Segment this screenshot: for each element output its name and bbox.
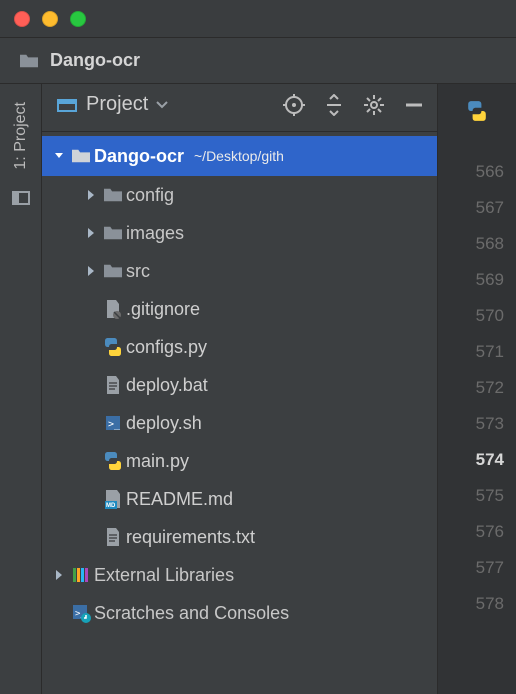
folder-icon [18,50,40,72]
breadcrumb-label: Dango-ocr [50,50,140,71]
tree-folder-label: config [126,185,174,206]
line-number[interactable]: 569 [438,262,516,298]
project-tree[interactable]: Dango-ocr ~/Desktop/gith config images [42,132,437,694]
tree-extra-label: Scratches and Consoles [94,603,289,624]
editor-gutter: 566 567 568 569 570 571 572 573 574 575 … [437,84,516,694]
line-number[interactable]: 568 [438,226,516,262]
window-titlebar [0,0,516,38]
tree-folder[interactable]: images [42,214,437,252]
tree-file[interactable]: main.py [42,442,437,480]
tree-folder[interactable]: src [42,252,437,290]
tool-window-bar-left: 1: Project [0,84,42,694]
tree-file[interactable]: >_ deploy.sh [42,404,437,442]
folder-icon [100,186,126,204]
scratches-icon: >_ [68,603,94,623]
chevron-down-icon[interactable] [50,150,68,162]
line-number[interactable]: 578 [438,586,516,622]
tree-root[interactable]: Dango-ocr ~/Desktop/gith [42,136,437,176]
breadcrumb[interactable]: Dango-ocr [0,38,516,84]
minimize-window-button[interactable] [42,11,58,27]
tree-root-path: ~/Desktop/gith [194,148,284,164]
close-window-button[interactable] [14,11,30,27]
tree-folder[interactable]: config [42,176,437,214]
settings-icon[interactable] [363,94,385,116]
tree-scratches[interactable]: >_ Scratches and Consoles [42,594,437,632]
zoom-window-button[interactable] [70,11,86,27]
svg-text:MD: MD [106,503,116,509]
folder-icon [100,262,126,280]
file-ignore-icon [100,299,126,319]
line-number[interactable]: 567 [438,190,516,226]
tree-file[interactable]: configs.py [42,328,437,366]
chevron-right-icon[interactable] [82,189,100,201]
line-number-current[interactable]: 574 [438,442,516,478]
markdown-file-icon: MD [100,489,126,509]
tree-file[interactable]: deploy.bat [42,366,437,404]
tree-file[interactable]: requirements.txt [42,518,437,556]
tree-file-label: configs.py [126,337,207,358]
svg-text:>_: >_ [108,419,121,430]
panel-icon[interactable] [11,188,31,211]
libraries-icon [68,566,94,584]
line-number[interactable]: 575 [438,478,516,514]
project-view-header: Project [42,84,437,132]
line-number[interactable]: 566 [438,154,516,190]
project-view-title[interactable]: Project [86,93,148,116]
hide-icon[interactable] [403,94,425,116]
tree-file-label: .gitignore [126,299,200,320]
tree-root-label: Dango-ocr [94,146,184,167]
folder-icon [68,147,94,165]
python-file-icon [100,451,126,471]
tree-file[interactable]: MD README.md [42,480,437,518]
editor-tab-icon[interactable] [438,90,516,132]
tree-file-label: README.md [126,489,233,510]
line-number[interactable]: 577 [438,550,516,586]
tree-folder-label: src [126,261,150,282]
line-number[interactable]: 573 [438,406,516,442]
tree-file-label: main.py [126,451,189,472]
project-tool-tab[interactable]: 1: Project [12,102,30,170]
collapse-expand-icon[interactable] [323,94,345,116]
project-module-icon [56,94,78,116]
tree-file[interactable]: .gitignore [42,290,437,328]
tree-external-libraries[interactable]: External Libraries [42,556,437,594]
python-file-icon [100,337,126,357]
folder-icon [100,224,126,242]
shell-file-icon: >_ [100,413,126,433]
project-tool-window: Project [42,84,437,694]
chevron-right-icon[interactable] [50,569,68,581]
tree-file-label: requirements.txt [126,527,255,548]
tree-extra-label: External Libraries [94,565,234,586]
locate-file-icon[interactable] [283,94,305,116]
chevron-right-icon[interactable] [82,265,100,277]
text-file-icon [100,375,126,395]
tree-file-label: deploy.bat [126,375,208,396]
line-number[interactable]: 571 [438,334,516,370]
text-file-icon [100,527,126,547]
chevron-right-icon[interactable] [82,227,100,239]
line-number[interactable]: 576 [438,514,516,550]
tree-folder-label: images [126,223,184,244]
line-number[interactable]: 572 [438,370,516,406]
line-number[interactable]: 570 [438,298,516,334]
chevron-down-icon[interactable] [156,98,168,112]
tree-file-label: deploy.sh [126,413,202,434]
